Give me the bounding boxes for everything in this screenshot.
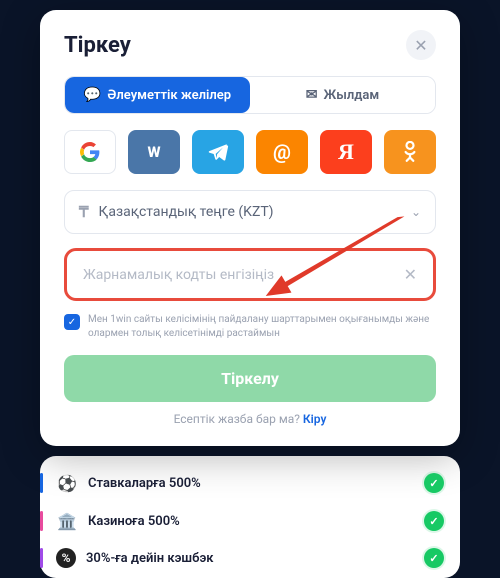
tab-quick-label: Жылдам bbox=[324, 88, 380, 103]
bonus-item[interactable]: ⚽ Ставкаларға 500% ✓ bbox=[56, 464, 444, 502]
tab-quick[interactable]: ✉ Жылдам bbox=[250, 77, 435, 113]
soccer-icon: ⚽ bbox=[56, 472, 78, 494]
currency-select[interactable]: ₸ Қазақстандық теңге (KZT) ⌄ bbox=[64, 190, 436, 234]
clear-icon[interactable]: ✕ bbox=[404, 265, 417, 284]
currency-label: Қазақстандық теңге (KZT) bbox=[99, 204, 274, 220]
vk-button[interactable]: W bbox=[128, 130, 180, 174]
promo-input[interactable]: Жарнамалық кодты енгізіңіз ✕ bbox=[71, 255, 429, 294]
check-icon: ✓ bbox=[68, 317, 76, 328]
bonus-stripe bbox=[40, 511, 43, 531]
bonus-stripe bbox=[40, 473, 43, 493]
submit-button[interactable]: Тіркелу bbox=[64, 355, 436, 402]
bonus-label: Казиноға 500% bbox=[88, 514, 180, 529]
yandex-icon: Я bbox=[338, 139, 354, 165]
mailru-icon: @ bbox=[273, 140, 291, 164]
login-link[interactable]: Кіру bbox=[303, 412, 327, 426]
tab-social[interactable]: 💬 Әлеуметтік желілер bbox=[65, 77, 250, 113]
modal-title: Тіркеу bbox=[64, 33, 131, 58]
yandex-button[interactable]: Я bbox=[320, 130, 372, 174]
vk-icon: W bbox=[147, 143, 160, 161]
telegram-icon bbox=[207, 141, 229, 163]
check-badge: ✓ bbox=[424, 511, 444, 531]
bonuses-panel: ⚽ Ставкаларға 500% ✓ 🏛️ Казиноға 500% ✓ … bbox=[40, 456, 460, 578]
agree-checkbox[interactable]: ✓ bbox=[64, 314, 80, 330]
mailru-button[interactable]: @ bbox=[256, 130, 308, 174]
social-buttons-row: W @ Я bbox=[64, 130, 436, 174]
tab-social-label: Әлеуметтік желілер bbox=[107, 88, 231, 103]
ok-icon bbox=[402, 141, 418, 163]
telegram-button[interactable] bbox=[192, 130, 244, 174]
bonus-item[interactable]: 🏛️ Казиноға 500% ✓ bbox=[56, 502, 444, 540]
agree-row: ✓ Мен 1win сайты келісімінің пайдалану ш… bbox=[64, 313, 436, 341]
bonus-label: 30%-ға дейін кэшбэк bbox=[86, 551, 214, 566]
google-button[interactable] bbox=[64, 130, 116, 174]
cashback-icon: % bbox=[56, 548, 76, 568]
bank-icon: 🏛️ bbox=[56, 510, 78, 532]
bonus-label: Ставкаларға 500% bbox=[88, 476, 201, 491]
promo-highlight: Жарнамалық кодты енгізіңіз ✕ bbox=[64, 248, 436, 301]
promo-placeholder: Жарнамалық кодты енгізіңіз bbox=[83, 267, 274, 283]
google-icon bbox=[80, 142, 100, 162]
close-button[interactable]: ✕ bbox=[406, 30, 436, 60]
bonus-stripe bbox=[40, 548, 43, 568]
envelope-icon: ✉ bbox=[306, 87, 318, 103]
submit-label: Тіркелу bbox=[221, 369, 279, 388]
chevron-down-icon: ⌄ bbox=[411, 205, 421, 219]
bonus-item[interactable]: % 30%-ға дейін кэшбэк ✓ bbox=[56, 540, 444, 576]
login-prompt-row: Есептік жазба бар ма? Кіру bbox=[64, 412, 436, 426]
ok-button[interactable] bbox=[384, 130, 436, 174]
modal-header: Тіркеу ✕ bbox=[64, 30, 436, 60]
chat-icon: 💬 bbox=[84, 87, 101, 103]
check-badge: ✓ bbox=[424, 473, 444, 493]
close-icon: ✕ bbox=[414, 36, 427, 55]
agree-text: Мен 1win сайты келісімінің пайдалану шар… bbox=[88, 313, 436, 341]
login-prompt: Есептік жазба бар ма? bbox=[174, 412, 300, 426]
currency-symbol: ₸ bbox=[79, 203, 89, 221]
signup-tabs: 💬 Әлеуметтік желілер ✉ Жылдам bbox=[64, 76, 436, 114]
signup-modal: Тіркеу ✕ 💬 Әлеуметтік желілер ✉ Жылдам W… bbox=[40, 10, 460, 446]
check-badge: ✓ bbox=[424, 548, 444, 568]
